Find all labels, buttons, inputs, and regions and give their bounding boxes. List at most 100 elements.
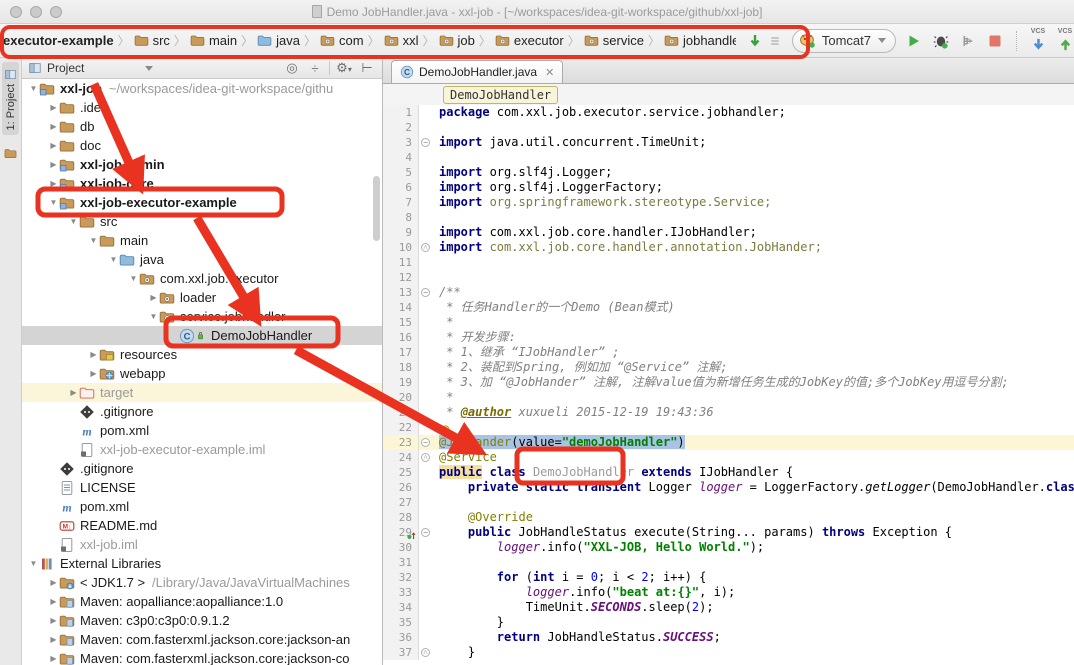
chevron-down-icon[interactable]: ▼ xyxy=(108,255,119,264)
code-line-27[interactable]: 27 xyxy=(383,495,1074,510)
tree-row-target[interactable]: ▶target xyxy=(22,383,382,402)
breadcrumb-item-java[interactable]: java xyxy=(257,33,300,48)
favorites-icon[interactable] xyxy=(4,145,17,160)
scroll-from-source-icon[interactable]: ÷ xyxy=(306,61,324,76)
breadcrumb-item-jobhandler[interactable]: jobhandler xyxy=(664,33,736,48)
tree-row-maven-c3p0-c3p0-0-9-1-2[interactable]: ▶Maven: c3p0:c3p0:0.9.1.2 xyxy=(22,611,382,630)
gear-icon[interactable]: ⚙▾ xyxy=(335,60,353,76)
tree-row-pom-xml[interactable]: mpom.xml xyxy=(22,421,382,440)
fold-marker-icon[interactable]: − xyxy=(421,438,430,447)
breadcrumb-item-executor[interactable]: executor xyxy=(495,33,564,48)
code-line-12[interactable]: 12 xyxy=(383,270,1074,285)
code-line-14[interactable]: 14 * 任务Handler的一个Demo (Bean模式) xyxy=(383,300,1074,315)
code-line-30[interactable]: 30 logger.info("XXL-JOB, Hello World."); xyxy=(383,540,1074,555)
chevron-right-icon[interactable]: ▶ xyxy=(48,160,59,169)
tree-row-service-jobhandler[interactable]: ▼service.jobhandler xyxy=(22,307,382,326)
chevron-right-icon[interactable]: ▶ xyxy=(48,635,59,644)
fold-marker-icon[interactable]: ˄ xyxy=(421,453,430,462)
code-line-4[interactable]: 4 xyxy=(383,150,1074,165)
tree-row-com-xxl-job-executor[interactable]: ▼com.xxl.job.executor xyxy=(22,269,382,288)
code-line-26[interactable]: 26 private static transient Logger logge… xyxy=(383,480,1074,495)
chevron-down-icon[interactable]: ▼ xyxy=(68,217,79,226)
tree-row-demojobhandler[interactable]: CDemoJobHandler xyxy=(22,326,382,345)
code-line-10[interactable]: 10˄import com.xxl.job.core.handler.annot… xyxy=(383,240,1074,255)
debug-button[interactable] xyxy=(932,32,950,50)
chevron-right-icon[interactable]: ▶ xyxy=(48,616,59,625)
code-line-11[interactable]: 11 xyxy=(383,255,1074,270)
tree-row--gitignore[interactable]: .gitignore xyxy=(22,459,382,478)
code-line-9[interactable]: 9import com.xxl.job.core.handler.IJobHan… xyxy=(383,225,1074,240)
code-line-5[interactable]: 5import org.slf4j.Logger; xyxy=(383,165,1074,180)
chevron-right-icon[interactable]: ▶ xyxy=(48,597,59,606)
run-with-coverage-button[interactable] xyxy=(959,32,977,50)
code-line-13[interactable]: 13−/** xyxy=(383,285,1074,300)
code-line-20[interactable]: 20 * xyxy=(383,390,1074,405)
chevron-right-icon[interactable]: ▶ xyxy=(148,293,159,302)
vcs-commit-button[interactable]: VCS xyxy=(1056,28,1074,53)
tree-row-xxl-job-core[interactable]: ▶xxl-job-core xyxy=(22,174,382,193)
code-editor[interactable]: 1package com.xxl.job.executor.service.jo… xyxy=(383,105,1074,665)
tree-row-java[interactable]: ▼java xyxy=(22,250,382,269)
fold-marker-icon[interactable]: ˄ xyxy=(421,648,430,657)
tree-row-readme-md[interactable]: M↓README.md xyxy=(22,516,382,535)
close-tab-icon[interactable]: ✕ xyxy=(545,66,554,79)
tree-row--gitignore[interactable]: .gitignore xyxy=(22,402,382,421)
tree-row-xxl-job-admin[interactable]: ▶xxl-job-admin xyxy=(22,155,382,174)
code-line-32[interactable]: 32 for (int i = 0; i < 2; i++) { xyxy=(383,570,1074,585)
code-line-7[interactable]: 7import org.springframework.stereotype.S… xyxy=(383,195,1074,210)
chevron-right-icon[interactable]: ▶ xyxy=(88,369,99,378)
code-line-23[interactable]: 23−@JobHander(value="demoJobHandler") xyxy=(383,435,1074,450)
chevron-down-icon[interactable]: ▼ xyxy=(28,559,39,568)
tree-row-license[interactable]: LICENSE xyxy=(22,478,382,497)
code-line-22[interactable]: 22 xyxy=(383,420,1074,435)
code-line-8[interactable]: 8 xyxy=(383,210,1074,225)
intention-bulb-icon[interactable] xyxy=(439,423,455,435)
chevron-down-icon[interactable]: ▼ xyxy=(128,274,139,283)
tree-row-pom-xml[interactable]: mpom.xml xyxy=(22,497,382,516)
breadcrumb-item-main[interactable]: main xyxy=(190,33,237,48)
tree-row--jdk1-7-[interactable]: ▶< JDK1.7 >/Library/Java/JavaVirtualMach… xyxy=(22,573,382,592)
chevron-right-icon[interactable]: ▶ xyxy=(88,350,99,359)
chevron-down-icon[interactable]: ▼ xyxy=(48,198,59,207)
code-line-21[interactable]: 21 * @author xuxueli 2015-12-19 19:43:36 xyxy=(383,405,1074,420)
tree-row-maven-aopalliance-aopalliance-1-0[interactable]: ▶Maven: aopalliance:aopalliance:1.0 xyxy=(22,592,382,611)
green-down-arrow-icon[interactable] xyxy=(746,32,764,50)
tree-row-xxl-job-executor-example-iml[interactable]: xxl-job-executor-example.iml xyxy=(22,440,382,459)
tree-row-maven-com-fasterxml-jackson-core-jackson-an[interactable]: ▶Maven: com.fasterxml.jackson.core:jacks… xyxy=(22,630,382,649)
breadcrumb-item-service[interactable]: service xyxy=(584,33,644,48)
chevron-right-icon[interactable]: ▶ xyxy=(48,103,59,112)
tree-row-db[interactable]: ▶db xyxy=(22,117,382,136)
tree-row-loader[interactable]: ▶loader xyxy=(22,288,382,307)
tree-row--idea[interactable]: ▶.idea xyxy=(22,98,382,117)
editor-breadcrumb-chip[interactable]: DemoJobHandler xyxy=(443,86,558,104)
fold-marker-icon[interactable]: − xyxy=(421,288,430,297)
code-line-15[interactable]: 15 * xyxy=(383,315,1074,330)
breadcrumb-item-com[interactable]: com xyxy=(320,33,364,48)
code-line-36[interactable]: 36 return JobHandleStatus.SUCCESS; xyxy=(383,630,1074,645)
breadcrumb-item-job[interactable]: job xyxy=(439,33,475,48)
fold-marker-icon[interactable]: ˄ xyxy=(421,243,430,252)
project-view-chevron-icon[interactable] xyxy=(145,66,153,71)
breadcrumb-item-xxl[interactable]: xxl xyxy=(384,33,419,48)
code-line-34[interactable]: 34 TimeUnit.SECONDS.sleep(2); xyxy=(383,600,1074,615)
run-configuration-select[interactable]: Tomcat7 xyxy=(792,29,896,53)
code-line-28[interactable]: 28 @Override xyxy=(383,510,1074,525)
tree-row-doc[interactable]: ▶doc xyxy=(22,136,382,155)
tree-row-xxl-job[interactable]: ▼xxl-job~/workspaces/idea-git-workspace/… xyxy=(22,79,382,98)
tab-demojobhandler[interactable]: C DemoJobHandler.java ✕ xyxy=(391,60,563,83)
chevron-right-icon[interactable]: ▶ xyxy=(48,654,59,663)
fold-marker-icon[interactable]: − xyxy=(421,138,430,147)
code-line-2[interactable]: 2 xyxy=(383,120,1074,135)
chevron-down-icon[interactable]: ▼ xyxy=(88,236,99,245)
tree-row-webapp[interactable]: ▶webapp xyxy=(22,364,382,383)
sidebar-tab-project[interactable]: 1: Project xyxy=(2,62,19,135)
code-line-37[interactable]: 37˄ } xyxy=(383,645,1074,660)
chevron-right-icon[interactable]: ▶ xyxy=(48,578,59,587)
chevron-right-icon[interactable]: ▶ xyxy=(68,388,79,397)
fold-marker-icon[interactable]: − xyxy=(421,528,430,537)
chevron-down-icon[interactable]: ▼ xyxy=(28,84,39,93)
vcs-update-button[interactable]: VCS xyxy=(1029,28,1047,53)
tree-row-src[interactable]: ▼src xyxy=(22,212,382,231)
tree-row-xxl-job-executor-example[interactable]: ▼xxl-job-executor-example xyxy=(22,193,382,212)
tree-scrollbar[interactable] xyxy=(373,176,380,241)
